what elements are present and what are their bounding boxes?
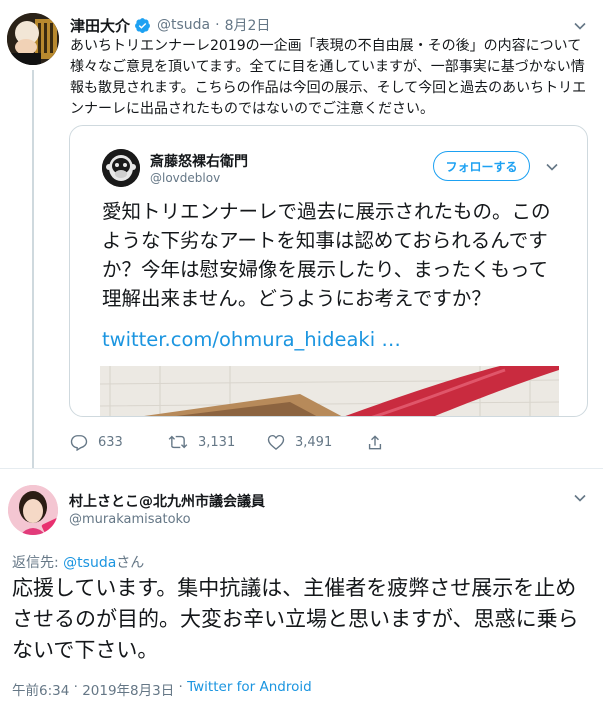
quoted-author-handle[interactable]: @lovdeblov	[150, 171, 220, 185]
avatar[interactable]	[7, 13, 59, 65]
avatar[interactable]	[8, 485, 58, 535]
chevron-down-icon[interactable]	[546, 163, 558, 171]
quoted-tweet-link[interactable]: twitter.com/ohmura_hideaki …	[102, 325, 401, 354]
author-handle[interactable]: @tsuda	[157, 17, 210, 33]
tweet-full-date[interactable]: 2019年8月3日	[82, 679, 174, 699]
tweet-meta: 午前6:34 · 2019年8月3日 · Twitter for Android	[12, 679, 312, 699]
tweet-time[interactable]: 午前6:34	[12, 679, 69, 699]
heart-icon	[267, 434, 295, 450]
chevron-down-icon[interactable]	[574, 494, 586, 502]
meta-separator: ·	[174, 679, 188, 695]
retweet-icon	[168, 434, 198, 450]
quoted-tweet-card[interactable]: 斎藤怒裸右衛門 @lovdeblov フォローする 愛知トリエンナーレで過去に展…	[69, 125, 588, 417]
replying-to-mention[interactable]: @tsuda	[63, 555, 116, 571]
thread-line	[32, 70, 34, 468]
author-name[interactable]: 津田大介	[70, 15, 130, 36]
reply-text: 応援しています。集中抗議は、主催者を疲弊させ展示を止めさせるのが目的。大変お辛い…	[12, 576, 579, 662]
reply-count: 633	[98, 434, 123, 450]
like-action[interactable]: 3,491	[267, 434, 367, 450]
replying-to-suffix: さん	[116, 555, 145, 571]
verified-badge-icon	[134, 17, 151, 34]
share-action[interactable]	[367, 434, 393, 451]
reply-author-name[interactable]: 村上さとこ@北九州市議会議員	[69, 491, 265, 511]
retweet-action[interactable]: 3,131	[168, 434, 267, 450]
header-separator: ·	[215, 17, 220, 33]
share-icon	[367, 434, 393, 451]
like-count: 3,491	[295, 434, 333, 450]
tweet-text: あいちトリエンナーレ2019の一企画「表現の不自由展・その後」の内容について様々…	[70, 38, 587, 117]
replying-to: 返信先: @tsudaさん	[12, 552, 144, 572]
quoted-avatar[interactable]	[102, 149, 140, 187]
reply-icon	[70, 434, 98, 451]
tweet-date[interactable]: 8月2日	[225, 15, 271, 35]
quoted-author-name[interactable]: 斎藤怒裸右衛門	[150, 151, 248, 171]
source-app-link[interactable]: Twitter for Android	[187, 679, 312, 699]
replying-to-prefix: 返信先:	[12, 555, 64, 571]
follow-button[interactable]: フォローする	[433, 151, 530, 181]
quoted-tweet-text: 愛知トリエンナーレで過去に展示されたもの。このような下劣なアートを知事は認めてお…	[102, 200, 551, 310]
retweet-count: 3,131	[198, 434, 236, 450]
tweet-header: 津田大介 @tsuda · 8月2日	[70, 14, 270, 36]
main-tweet: 津田大介 @tsuda · 8月2日 あいちトリエンナーレ2019の一企画「表現…	[0, 0, 603, 468]
reply-action[interactable]: 633	[70, 434, 168, 451]
quoted-media-image[interactable]	[100, 366, 559, 416]
meta-separator: ·	[69, 679, 83, 695]
reply-author-handle[interactable]: @murakamisatoko	[69, 512, 191, 527]
divider	[0, 468, 603, 469]
tweet-actions: 633 3,131 3,491	[70, 430, 393, 454]
chevron-down-icon[interactable]	[574, 22, 586, 30]
